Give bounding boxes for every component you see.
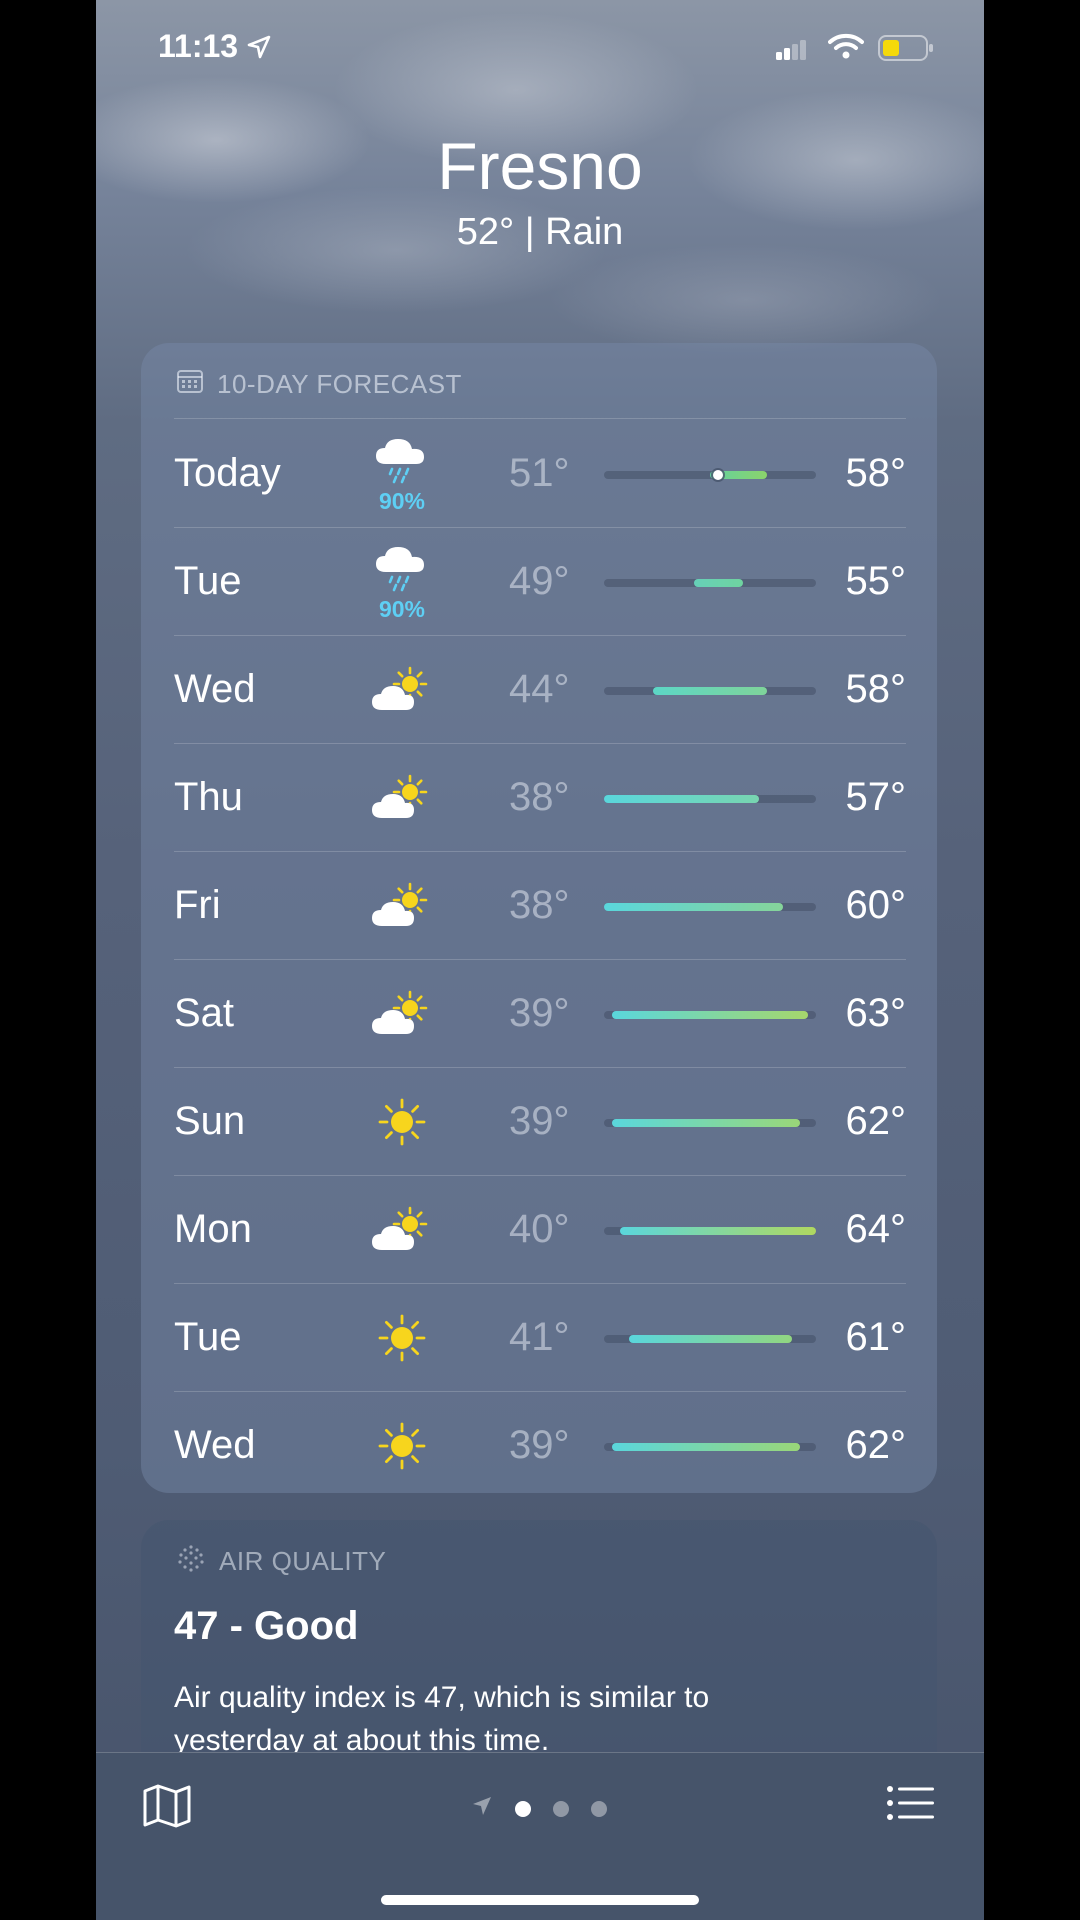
low-temp: 41° — [509, 1315, 570, 1359]
high-temp: 62° — [845, 1099, 907, 1143]
calendar-icon — [177, 369, 217, 400]
forecast-row[interactable]: Thu 38° 57° — [174, 744, 906, 852]
high-temp: 61° — [845, 1315, 907, 1359]
sun-icon — [364, 1068, 440, 1176]
temp-range-track — [604, 1443, 816, 1451]
temp-range-track — [604, 579, 816, 587]
partly-sunny-icon — [364, 960, 440, 1068]
forecast-day: Wed — [174, 667, 256, 711]
precipitation-chance: 90% — [378, 596, 426, 622]
temp-range-track — [604, 903, 816, 911]
forecast-day: Wed — [174, 1423, 256, 1467]
forecast-row[interactable]: Mon 40° 64° — [174, 1176, 906, 1284]
forecast-day: Sun — [174, 1099, 246, 1143]
low-temp: 38° — [509, 883, 570, 927]
home-indicator[interactable] — [381, 1895, 699, 1905]
temp-range-track — [604, 470, 816, 480]
air-quality-header: AIR QUALITY — [177, 1544, 386, 1579]
high-temp: 55° — [845, 559, 907, 603]
high-temp: 57° — [845, 775, 907, 819]
current-conditions: 52° | Rain — [456, 211, 624, 253]
high-temp: 64° — [845, 1207, 907, 1251]
temp-range-bar — [604, 795, 759, 803]
low-temp: 39° — [509, 1423, 570, 1467]
forecast-day: Tue — [174, 559, 242, 603]
low-temp: 39° — [509, 991, 570, 1035]
precipitation-chance: 90% — [378, 488, 426, 514]
page-dot[interactable] — [553, 1800, 569, 1817]
forecast-day: Mon — [174, 1207, 252, 1251]
partly-sunny-icon — [364, 1176, 440, 1284]
forecast-row[interactable]: Fri 38° 60° — [174, 852, 906, 960]
forecast-row[interactable]: Tue 41° 61° — [174, 1284, 906, 1392]
forecast-day: Tue — [174, 1315, 242, 1359]
location-arrow-icon — [246, 34, 272, 65]
air-quality-header-label: AIR QUALITY — [219, 1546, 387, 1576]
forecast-day: Today — [174, 451, 281, 495]
forecast-day: Sat — [174, 991, 235, 1035]
weather-screen: 11:13 Fresno 52° | Rain 10-DAY FORECAST … — [96, 0, 984, 1920]
page-dot[interactable] — [591, 1800, 607, 1817]
forecast-row[interactable]: Sat 39° 63° — [174, 960, 906, 1068]
low-temp: 49° — [509, 559, 570, 603]
temp-range-track — [604, 687, 816, 695]
forecast-row[interactable]: Today 90% 51° 58° — [174, 420, 906, 528]
air-quality-icon — [177, 1544, 219, 1579]
forecast-header: 10-DAY FORECAST — [177, 369, 462, 400]
ten-day-forecast-card[interactable]: 10-DAY FORECAST Today 90% 51° 58° Tue 90% 49° 5… — [141, 343, 937, 1493]
partly-sunny-icon — [364, 744, 440, 852]
forecast-row[interactable]: Wed 39° 62° — [174, 1392, 906, 1500]
forecast-day: Fri — [174, 883, 221, 927]
partly-sunny-icon — [364, 636, 440, 744]
high-temp: 62° — [845, 1423, 907, 1467]
low-temp: 39° — [509, 1099, 570, 1143]
status-time: 11:13 — [158, 28, 239, 64]
air-quality-description: Air quality index is 47, which is simila… — [174, 1681, 710, 1757]
high-temp: 63° — [845, 991, 907, 1035]
temp-range-track — [604, 1119, 816, 1127]
cloud-rain-icon: 90% — [364, 420, 440, 528]
list-icon[interactable] — [886, 1785, 936, 1826]
cloud-rain-icon: 90% — [364, 528, 440, 636]
temp-range-track — [604, 1335, 816, 1343]
battery-icon — [878, 34, 934, 67]
temp-range-track — [604, 1227, 816, 1235]
forecast-row[interactable]: Wed 44° 58° — [174, 636, 906, 744]
signal-icon — [776, 40, 806, 65]
high-temp: 60° — [845, 883, 907, 927]
high-temp: 58° — [845, 667, 907, 711]
temp-range-bar — [652, 687, 768, 695]
low-temp: 51° — [509, 451, 570, 495]
divider — [174, 418, 906, 419]
wifi-icon — [828, 32, 864, 65]
location-arrow-icon[interactable] — [471, 1795, 493, 1822]
partly-sunny-icon — [364, 852, 440, 960]
bottom-toolbar — [96, 1752, 984, 1920]
forecast-row[interactable]: Sun 39° 62° — [174, 1068, 906, 1176]
temp-range-bar — [612, 1011, 808, 1019]
page-dot[interactable] — [515, 1800, 531, 1817]
temp-range-bar — [612, 1119, 800, 1127]
city-name: Fresno — [437, 129, 643, 203]
forecast-row[interactable]: Tue 90% 49° 55° — [174, 528, 906, 636]
page-indicator[interactable] — [471, 1795, 607, 1822]
forecast-day: Thu — [174, 775, 243, 819]
low-temp: 38° — [509, 775, 570, 819]
temp-range-track — [604, 795, 816, 803]
temp-range-bar — [620, 1227, 816, 1235]
map-icon[interactable] — [142, 1783, 192, 1834]
low-temp: 44° — [509, 667, 570, 711]
temp-range-track — [604, 1011, 816, 1019]
temp-range-bar — [612, 1443, 800, 1451]
temp-range-bar — [628, 1335, 792, 1343]
air-quality-value: 47 - Good — [174, 1604, 359, 1648]
sun-icon — [364, 1392, 440, 1500]
sun-icon — [364, 1284, 440, 1392]
temp-range-bar — [604, 903, 784, 911]
low-temp: 40° — [509, 1207, 570, 1251]
high-temp: 58° — [845, 451, 907, 495]
temp-range-bar — [693, 579, 743, 587]
forecast-header-label: 10-DAY FORECAST — [217, 369, 462, 399]
